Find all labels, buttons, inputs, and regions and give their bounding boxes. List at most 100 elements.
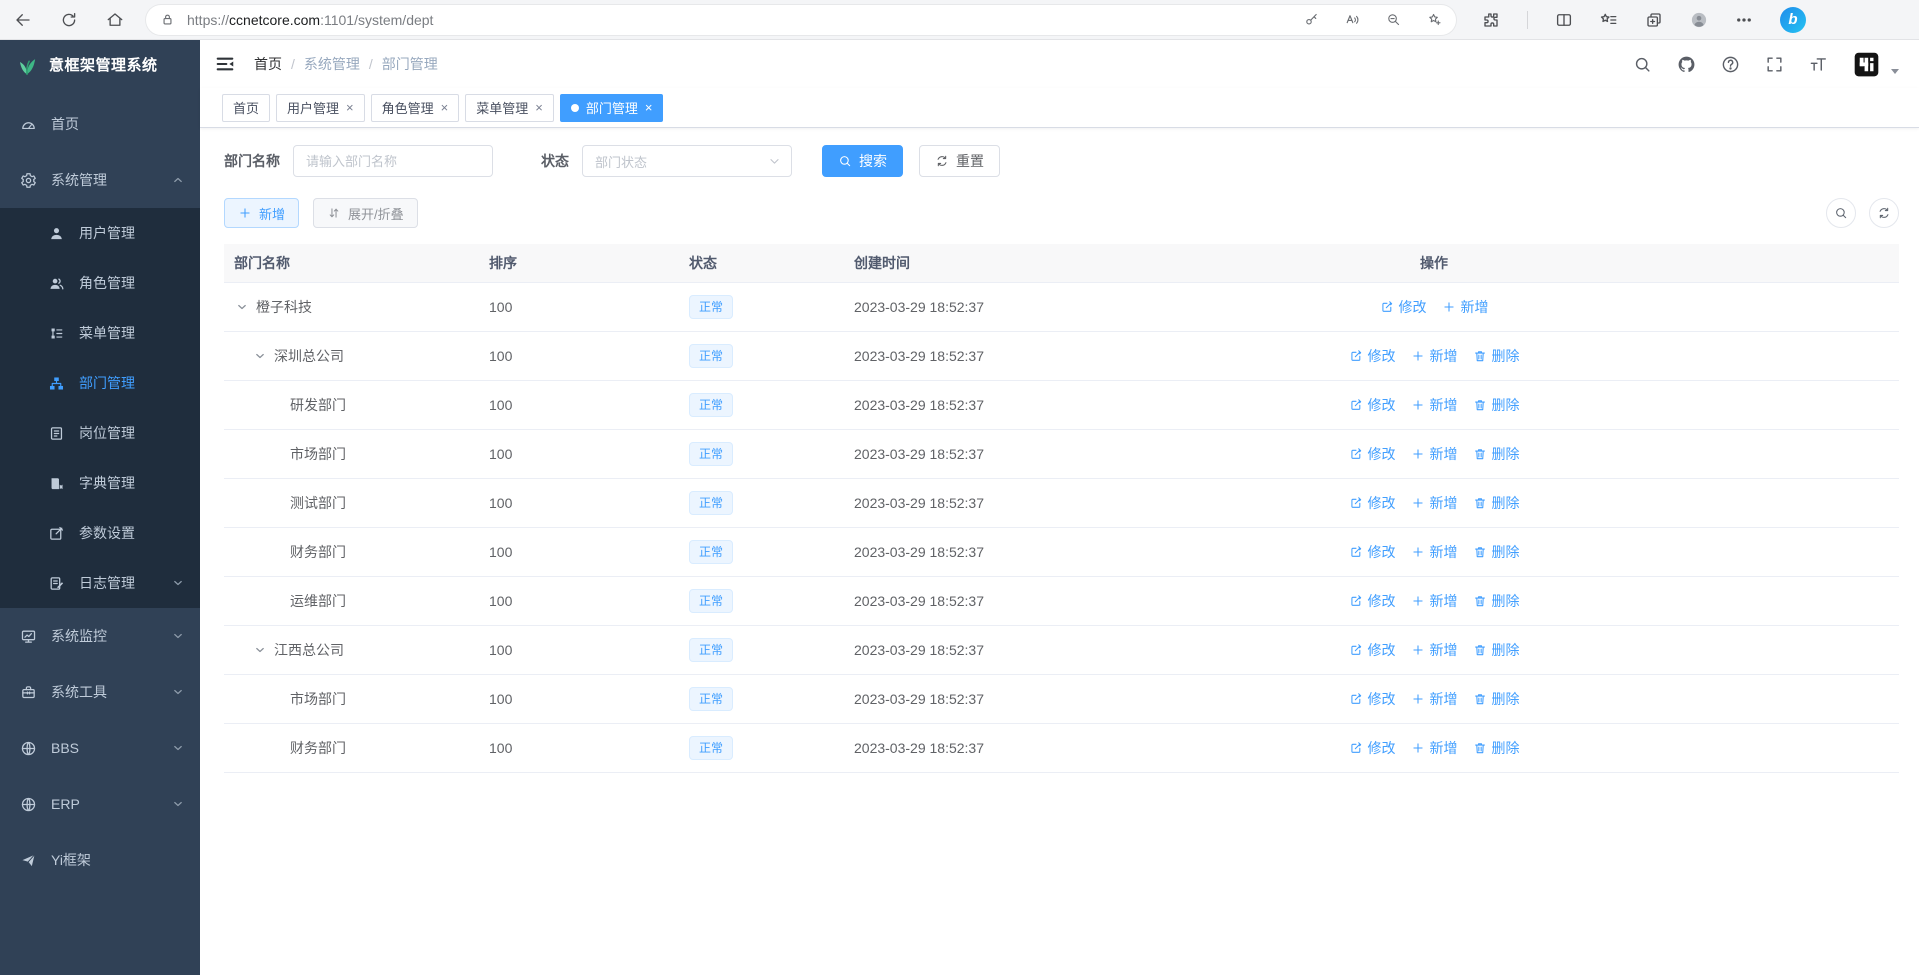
user-avatar[interactable] <box>1853 51 1880 78</box>
toggle-search-button[interactable] <box>1826 198 1856 228</box>
fullscreen-icon[interactable] <box>1765 55 1784 74</box>
search-button[interactable]: 搜索 <box>822 145 903 177</box>
sidebar-item-role[interactable]: 角色管理 <box>0 258 200 308</box>
back-icon[interactable] <box>14 11 32 29</box>
text-size-icon[interactable] <box>1809 55 1828 74</box>
sidebar-item-menu[interactable]: 菜单管理 <box>0 308 200 358</box>
collections-icon[interactable] <box>1645 11 1663 29</box>
more-icon[interactable] <box>1735 11 1753 29</box>
chevron-down-icon <box>172 742 184 754</box>
edit-row-button[interactable]: 修改 <box>1349 640 1396 660</box>
tab-部门管理[interactable]: 部门管理× <box>560 94 664 122</box>
delete-row-button[interactable]: 删除 <box>1473 493 1520 513</box>
sidebar-item-home[interactable]: 首页 <box>0 96 200 152</box>
status-select[interactable]: 部门状态 <box>582 145 792 177</box>
add-row-button[interactable]: 新增 <box>1411 493 1458 513</box>
add-row-button[interactable]: 新增 <box>1411 542 1458 562</box>
tab-用户管理[interactable]: 用户管理× <box>276 94 365 122</box>
split-screen-icon[interactable] <box>1555 11 1573 29</box>
edit-row-button-label: 修改 <box>1368 542 1396 562</box>
edit-row-button[interactable]: 修改 <box>1349 346 1396 366</box>
edit-row-button[interactable]: 修改 <box>1349 738 1396 758</box>
refresh-table-button[interactable] <box>1869 198 1899 228</box>
sidebar-item-dict[interactable]: 字典管理 <box>0 458 200 508</box>
add-row-button[interactable]: 新增 <box>1411 738 1458 758</box>
user-menu-caret-icon[interactable] <box>1891 69 1899 74</box>
sidebar-item-erp[interactable]: ERP <box>0 776 200 832</box>
profile-icon[interactable] <box>1690 11 1708 29</box>
sidebar-item-tools[interactable]: 系统工具 <box>0 664 200 720</box>
zoom-out-icon[interactable] <box>1386 12 1401 27</box>
delete-row-button[interactable]: 删除 <box>1473 640 1520 660</box>
status-cell: 正常 <box>679 626 844 675</box>
bing-chat-icon[interactable]: b <box>1780 7 1806 33</box>
app-logo[interactable]: 意框架管理系统 <box>0 40 200 88</box>
edit-row-button[interactable]: 修改 <box>1349 493 1396 513</box>
close-icon[interactable]: × <box>441 101 449 114</box>
reset-arrows-icon <box>1877 206 1891 220</box>
edit-row-button[interactable]: 修改 <box>1349 444 1396 464</box>
edit-row-button[interactable]: 修改 <box>1380 297 1427 317</box>
created-cell: 2023-03-29 18:52:37 <box>844 724 1174 773</box>
actions-cell: 修改新增删除 <box>1174 381 1694 430</box>
sidebar-item-config[interactable]: 参数设置 <box>0 508 200 558</box>
sidebar-toggle-icon[interactable] <box>214 53 236 75</box>
delete-row-button[interactable]: 删除 <box>1473 346 1520 366</box>
edit-row-button[interactable]: 修改 <box>1349 591 1396 611</box>
delete-row-button[interactable]: 删除 <box>1473 689 1520 709</box>
chevron-down-icon[interactable] <box>236 301 248 313</box>
add-button[interactable]: 新增 <box>224 198 299 228</box>
add-row-button[interactable]: 新增 <box>1411 395 1458 415</box>
add-row-button[interactable]: 新增 <box>1411 346 1458 366</box>
toolbar-separator <box>1527 11 1528 29</box>
edit-action-icon <box>1349 398 1363 412</box>
add-row-button[interactable]: 新增 <box>1411 444 1458 464</box>
delete-row-button[interactable]: 删除 <box>1473 591 1520 611</box>
delete-row-button[interactable]: 删除 <box>1473 542 1520 562</box>
close-icon[interactable]: × <box>535 101 543 114</box>
breadcrumb-item[interactable]: 系统管理 <box>304 54 360 74</box>
edit-row-button[interactable]: 修改 <box>1349 689 1396 709</box>
add-row-button[interactable]: 新增 <box>1411 591 1458 611</box>
delete-row-button[interactable]: 删除 <box>1473 738 1520 758</box>
sidebar-item-user[interactable]: 用户管理 <box>0 208 200 258</box>
favorite-add-icon[interactable] <box>1427 12 1442 27</box>
edit-row-button[interactable]: 修改 <box>1349 395 1396 415</box>
extensions-icon[interactable] <box>1482 11 1500 29</box>
key-icon[interactable] <box>1304 12 1319 27</box>
close-icon[interactable]: × <box>645 101 653 114</box>
sidebar-item-post[interactable]: 岗位管理 <box>0 408 200 458</box>
tab-菜单管理[interactable]: 菜单管理× <box>465 94 554 122</box>
delete-row-button[interactable]: 删除 <box>1473 395 1520 415</box>
read-aloud-icon[interactable] <box>1345 12 1360 27</box>
add-row-button[interactable]: 新增 <box>1411 640 1458 660</box>
chevron-down-icon[interactable] <box>254 644 266 656</box>
reset-button[interactable]: 重置 <box>919 145 1000 177</box>
sidebar-item-bbs[interactable]: BBS <box>0 720 200 776</box>
add-row-button[interactable]: 新增 <box>1411 689 1458 709</box>
github-icon[interactable] <box>1677 55 1696 74</box>
add-row-button[interactable]: 新增 <box>1442 297 1489 317</box>
edit-row-button[interactable]: 修改 <box>1349 542 1396 562</box>
refresh-icon[interactable] <box>60 11 78 29</box>
tab-角色管理[interactable]: 角色管理× <box>371 94 460 122</box>
breadcrumb-item[interactable]: 首页 <box>254 54 282 74</box>
chevron-down-icon[interactable] <box>254 350 266 362</box>
sidebar-item-system[interactable]: 系统管理 <box>0 152 200 208</box>
leaf-logo-icon <box>14 51 40 77</box>
sidebar-item-log[interactable]: 日志管理 <box>0 558 200 608</box>
expand-collapse-button[interactable]: 展开/折叠 <box>313 198 418 228</box>
delete-row-button[interactable]: 删除 <box>1473 444 1520 464</box>
address-bar[interactable]: https://ccnetcore.com:1101/system/dept <box>146 5 1456 35</box>
sidebar-item-monitor[interactable]: 系统监控 <box>0 608 200 664</box>
order-cell: 100 <box>479 479 679 528</box>
sidebar-item-dept[interactable]: 部门管理 <box>0 358 200 408</box>
favorites-icon[interactable] <box>1600 11 1618 29</box>
help-icon[interactable] <box>1721 55 1740 74</box>
close-icon[interactable]: × <box>346 101 354 114</box>
tab-首页[interactable]: 首页 <box>222 94 270 122</box>
sidebar-item-yi[interactable]: Yi框架 <box>0 832 200 888</box>
home-icon[interactable] <box>106 11 124 29</box>
dept-name-input[interactable] <box>293 145 493 177</box>
search-icon[interactable] <box>1633 55 1652 74</box>
